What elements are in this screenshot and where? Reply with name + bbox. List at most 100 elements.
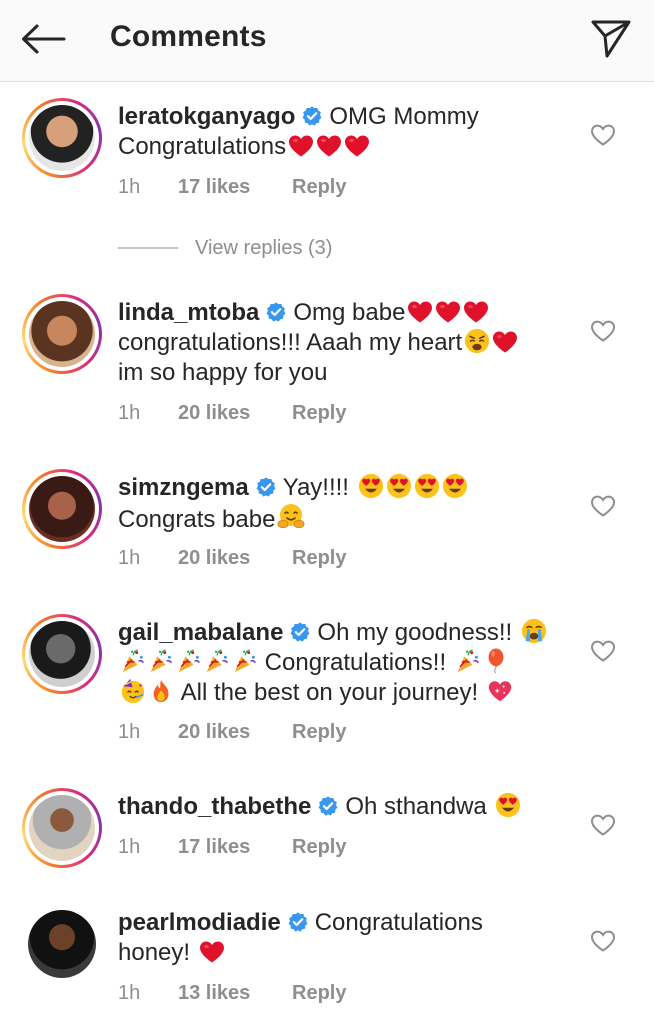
- header-bar: Comments: [0, 0, 654, 82]
- comment-body: Oh my goodness!!: [317, 619, 513, 646]
- comment-likes[interactable]: 20 likes: [178, 721, 292, 744]
- red-heart-icon: [463, 300, 489, 324]
- comment-likes[interactable]: 17 likes: [178, 836, 292, 859]
- comment-body: honey!: [118, 939, 191, 966]
- reply-button[interactable]: Reply: [292, 547, 346, 570]
- direct-share-button[interactable]: [586, 14, 636, 64]
- comment-username[interactable]: simzngema: [118, 474, 249, 501]
- comment-text: gail_mabalane Oh my goodness!! Congratula…: [118, 618, 568, 708]
- view-replies-button[interactable]: View replies (3): [118, 234, 332, 262]
- comment-time: 1h: [118, 547, 141, 569]
- divider-line: [118, 247, 178, 249]
- heart-eyes-face-icon: [386, 473, 412, 499]
- comment-username[interactable]: linda_mtoba: [118, 299, 259, 326]
- avatar[interactable]: [28, 910, 96, 978]
- heart-eyes-face-icon: [358, 473, 384, 499]
- red-heart-icon: [344, 134, 370, 158]
- avatar[interactable]: [22, 98, 102, 178]
- fire-icon: [148, 678, 174, 704]
- verified-badge-icon: [317, 795, 339, 817]
- comment-likes[interactable]: 20 likes: [178, 547, 292, 570]
- comment-body: im so happy for you: [118, 359, 328, 386]
- heart-outline-icon[interactable]: [590, 639, 616, 663]
- reply-button[interactable]: Reply: [292, 721, 346, 744]
- party-popper-icon: [455, 648, 481, 674]
- party-popper-icon: [176, 648, 202, 674]
- comment-username[interactable]: gail_mabalane: [118, 619, 283, 646]
- back-button[interactable]: [18, 17, 68, 61]
- heart-outline-icon[interactable]: [590, 123, 616, 147]
- party-popper-icon: [204, 648, 230, 674]
- direct-share-icon: [591, 20, 631, 58]
- comment-likes[interactable]: 17 likes: [178, 176, 292, 199]
- comment-meta: 1h 17 likes Reply: [118, 836, 346, 859]
- heart-eyes-face-icon: [442, 473, 468, 499]
- red-heart-icon: [199, 940, 225, 964]
- reply-button[interactable]: Reply: [292, 176, 346, 199]
- comment-text: leratokganyago OMG Mommy Congratulations: [118, 102, 568, 162]
- partying-face-icon: [120, 678, 146, 704]
- page-title: Comments: [110, 20, 267, 53]
- sparkling-heart-icon: [487, 678, 513, 704]
- avatar[interactable]: [22, 788, 102, 868]
- heart-outline-icon[interactable]: [590, 929, 616, 953]
- verified-badge-icon: [265, 301, 287, 323]
- balloon-icon: [483, 648, 509, 674]
- red-heart-icon: [316, 134, 342, 158]
- red-heart-icon: [435, 300, 461, 324]
- sobbing-face-icon: [521, 618, 547, 644]
- comment-body: Yay!!!!: [282, 474, 349, 501]
- comment-likes[interactable]: 13 likes: [178, 982, 292, 1005]
- comment-body: Omg babe: [293, 299, 406, 326]
- comment-body: Congratulations!!: [264, 649, 447, 676]
- heart-outline-icon[interactable]: [590, 319, 616, 343]
- avatar[interactable]: [22, 294, 102, 374]
- comment-body: Oh sthandwa: [345, 793, 487, 820]
- comment-text: simzngema Yay!!!! Congrats babe: [118, 473, 568, 535]
- heart-eyes-face-icon: [414, 473, 440, 499]
- red-heart-icon: [288, 134, 314, 158]
- party-popper-icon: [232, 648, 258, 674]
- red-heart-icon: [492, 330, 518, 354]
- reply-button[interactable]: Reply: [292, 836, 346, 859]
- comment-time: 1h: [118, 982, 141, 1004]
- heart-outline-icon[interactable]: [590, 813, 616, 837]
- comment-time: 1h: [118, 402, 141, 424]
- comment-time: 1h: [118, 721, 141, 743]
- reply-button[interactable]: Reply: [292, 402, 346, 425]
- verified-badge-icon: [255, 476, 277, 498]
- comment-text: pearlmodiadie Congratulations honey!: [118, 908, 568, 968]
- verified-badge-icon: [287, 911, 309, 933]
- comment-body: Congrats babe: [118, 506, 276, 533]
- comment-username[interactable]: pearlmodiadie: [118, 909, 281, 936]
- party-popper-icon: [120, 648, 146, 674]
- verified-badge-icon: [289, 621, 311, 643]
- comment-time: 1h: [118, 176, 141, 198]
- comment-text: thando_thabethe Oh sthandwa: [118, 792, 568, 822]
- comment-body: Congratulations: [314, 909, 483, 936]
- comment-meta: 1h 17 likes Reply: [118, 176, 346, 199]
- heart-eyes-face-icon: [495, 792, 521, 818]
- comment-body: All the best on your journey!: [180, 679, 479, 706]
- view-replies-label: View replies (3): [195, 236, 333, 259]
- comment-meta: 1h 20 likes Reply: [118, 547, 346, 570]
- hugging-face-icon: [277, 503, 305, 531]
- comment-meta: 1h 13 likes Reply: [118, 982, 346, 1005]
- comment-likes[interactable]: 20 likes: [178, 402, 292, 425]
- comment-username[interactable]: leratokganyago: [118, 103, 295, 130]
- reply-button[interactable]: Reply: [292, 982, 346, 1005]
- comment-meta: 1h 20 likes Reply: [118, 721, 346, 744]
- weary-face-icon: [464, 328, 490, 354]
- back-arrow-icon: [22, 24, 66, 54]
- heart-outline-icon[interactable]: [590, 494, 616, 518]
- comment-meta: 1h 20 likes Reply: [118, 402, 346, 425]
- comment-username[interactable]: thando_thabethe: [118, 793, 311, 820]
- party-popper-icon: [148, 648, 174, 674]
- comment-text: linda_mtoba Omg babe congratulations!!! A…: [118, 298, 568, 388]
- comment-body: congratulations!!! Aaah my heart: [118, 329, 463, 356]
- verified-badge-icon: [301, 105, 323, 127]
- comment-time: 1h: [118, 836, 141, 858]
- red-heart-icon: [407, 300, 433, 324]
- avatar[interactable]: [22, 469, 102, 549]
- avatar[interactable]: [22, 614, 102, 694]
